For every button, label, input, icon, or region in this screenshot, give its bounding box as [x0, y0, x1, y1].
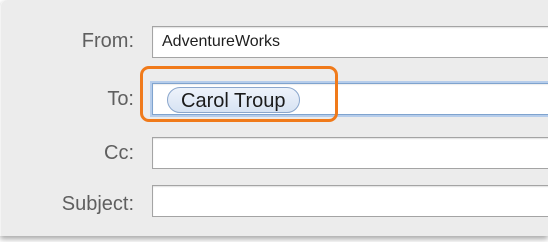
page: From: AdventureWorks To: Carol Troup Cc:…	[0, 0, 548, 242]
compose-header-panel: From: AdventureWorks To: Carol Troup Cc:…	[0, 0, 548, 236]
from-field[interactable]: AdventureWorks	[152, 26, 548, 58]
subject-field[interactable]	[152, 185, 548, 217]
to-field[interactable]: Carol Troup	[152, 83, 548, 115]
recipient-token[interactable]: Carol Troup	[167, 87, 300, 113]
to-label: To:	[107, 88, 134, 110]
from-value: AdventureWorks	[162, 33, 280, 50]
from-label: From:	[81, 30, 134, 52]
subject-label: Subject:	[61, 193, 134, 215]
cc-field[interactable]	[152, 137, 548, 169]
cc-label: Cc:	[104, 142, 134, 164]
